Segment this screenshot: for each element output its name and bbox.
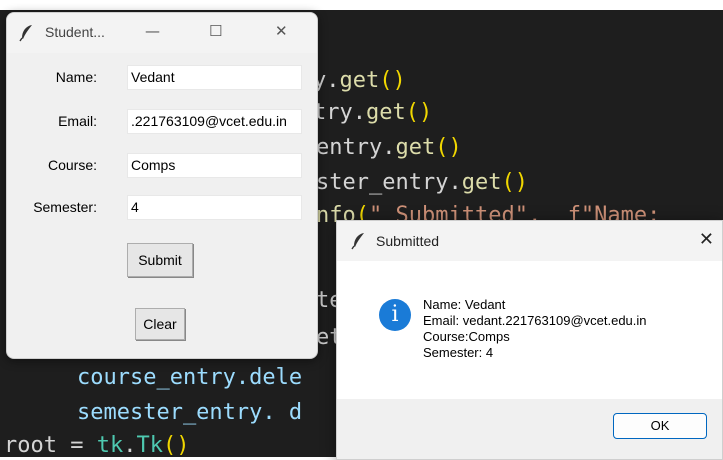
message-line: Email: vedant.221763109@vcet.edu.in xyxy=(423,313,647,328)
info-icon: i xyxy=(379,299,411,331)
maximize-button[interactable]: ☐ xyxy=(209,22,222,40)
dialog-titlebar[interactable]: Submitted ✕ xyxy=(337,221,722,261)
code-line: semester_entry. d xyxy=(24,400,303,425)
course-input[interactable]: Comps xyxy=(127,153,302,178)
ok-button[interactable]: OK xyxy=(613,413,707,439)
code-line: y.get() xyxy=(313,68,406,93)
code-line: course_entry.dele xyxy=(24,365,303,390)
student-window[interactable]: Student... — ☐ ✕ Name: Vedant Email: .22… xyxy=(6,12,318,359)
dialog-close-button[interactable]: ✕ xyxy=(699,229,714,250)
feather-icon xyxy=(351,233,364,250)
feather-icon xyxy=(19,25,32,42)
dialog-footer: OK xyxy=(337,399,722,459)
course-label: Course: xyxy=(47,157,97,173)
submit-button[interactable]: Submit xyxy=(127,243,193,277)
code-line: ster_entry.get() xyxy=(316,170,528,195)
message-line: Course:Comps xyxy=(423,329,510,344)
email-label: Email: xyxy=(58,113,97,129)
dialog-title: Submitted xyxy=(376,233,440,249)
close-button[interactable]: ✕ xyxy=(275,22,288,40)
semester-label: Semester: xyxy=(33,199,97,215)
name-label: Name: xyxy=(55,69,97,85)
minimize-button[interactable]: — xyxy=(145,22,160,40)
code-line: try.get() xyxy=(313,100,433,125)
code-line: root = tk.Tk() xyxy=(4,433,190,458)
name-input[interactable]: Vedant xyxy=(127,65,302,90)
code-line: entry.get() xyxy=(316,135,462,160)
semester-input[interactable]: 4 xyxy=(127,195,302,220)
window-titlebar[interactable]: Student... — ☐ ✕ xyxy=(7,13,317,53)
window-title: Student... xyxy=(45,24,105,40)
message-line: Name: Vedant xyxy=(423,297,506,312)
email-input[interactable]: .221763109@vcet.edu.in xyxy=(127,109,302,134)
clear-button[interactable]: Clear xyxy=(135,308,185,340)
message-line: Semester: 4 xyxy=(423,345,494,360)
submitted-dialog[interactable]: Submitted ✕ i Name: Vedant Email: vedant… xyxy=(336,220,723,460)
